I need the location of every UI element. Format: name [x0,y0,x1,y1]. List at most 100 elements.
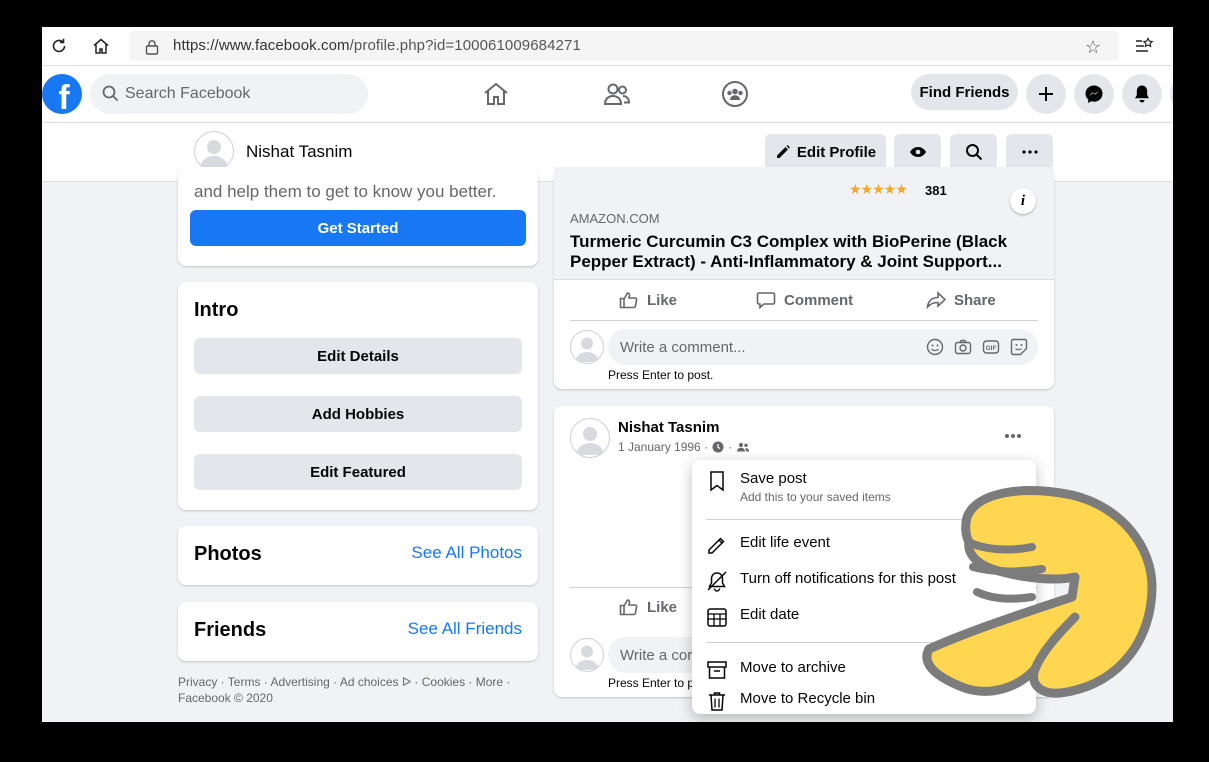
rating-stars: ★★★★★ [849,181,908,197]
account-menu-button[interactable] [1170,74,1173,114]
search-input[interactable]: Search Facebook [90,74,368,114]
comment-placeholder: Write a comment... [620,339,746,356]
bookmark-icon [710,471,724,492]
post-options-icon[interactable] [1004,426,1022,444]
friends-privacy-icon[interactable] [736,442,750,452]
info-icon[interactable]: i [1010,188,1036,214]
like-button[interactable]: Like [619,291,677,309]
post-date[interactable]: 1 January 1996 · [618,440,708,454]
edit-date-label: Edit date [740,606,800,623]
svg-text:GIF: GIF [986,345,997,352]
edit-date-item[interactable]: Edit date [706,606,799,628]
pointing-hand-icon [907,457,1157,707]
archive-box-icon [707,661,727,679]
intro-title: Intro [194,299,239,321]
friends-card: Friends See All Friends [178,602,538,661]
url-text: https://www.facebook.com/profile.php?id=… [173,37,581,54]
link-source: AMAZON.COM [570,211,660,226]
reload-icon[interactable] [47,34,71,58]
add-hobbies-button[interactable]: Add Hobbies [194,396,522,432]
browser-viewport: https://www.facebook.com/profile.php?id=… [42,27,1173,722]
edit-profile-label: Edit Profile [796,143,877,161]
home-icon[interactable] [480,78,512,110]
clock-icon [712,441,724,453]
facebook-logo-icon[interactable]: f [42,74,82,114]
notifications-bell-icon[interactable] [1122,74,1162,114]
move-to-archive-label: Move to archive [740,659,846,676]
edit-details-button[interactable]: Edit Details [194,338,522,374]
post-author-avatar[interactable] [570,418,610,458]
edit-life-event-label: Edit life event [740,534,831,551]
shared-link-post: ★★★★★ 381 i AMAZON.COM Turmeric Curcumin… [554,167,1054,389]
profile-name[interactable]: Nishat Tasnim [246,142,352,162]
search-icon [102,85,119,107]
get-started-button[interactable]: Get Started [190,210,526,246]
more-options-icon[interactable] [1006,134,1053,170]
divider [570,320,1038,321]
pencil-icon [708,537,725,554]
move-to-archive-item[interactable]: Move to archive [706,659,846,681]
press-enter-hint: Press Enter to po [608,676,701,690]
get-started-card: and help them to get to know you better.… [178,167,538,266]
lock-icon [145,39,159,60]
photos-card: Photos See All Photos [178,526,538,585]
edit-life-event-item[interactable]: Edit life event [706,534,830,556]
post-author-name[interactable]: Nishat Tasnim [618,419,719,436]
favorites-list-icon[interactable] [1132,34,1156,58]
like-button[interactable]: Like [619,598,677,616]
link-preview[interactable]: ★★★★★ 381 i AMAZON.COM Turmeric Curcumin… [554,167,1054,280]
comment-input[interactable]: Write a comment... GIF [608,329,1038,365]
bell-off-icon [707,571,727,592]
facebook-top-bar: f Search Facebook Find Friends [42,66,1173,122]
profile-search-icon[interactable] [950,134,997,170]
footer-line-2: Facebook © 2020 [178,691,273,705]
see-all-photos-link[interactable]: See All Photos [411,543,522,563]
save-post-sublabel: Add this to your saved items [740,490,891,504]
trash-icon [709,692,725,711]
sticker-icon[interactable] [1010,338,1028,356]
home-browser-icon[interactable] [89,34,113,58]
footer-line-1[interactable]: Privacy · Terms · Advertising · Ad choic… [178,674,510,690]
groups-icon[interactable] [719,78,751,110]
get-started-text: and help them to get to know you better. [194,182,497,201]
save-post-label: Save post [740,470,807,487]
thumbs-up-icon [619,292,638,309]
comment-button[interactable]: Comment [756,291,853,309]
comment-icon [756,292,776,309]
pencil-icon [776,145,790,158]
gif-icon[interactable]: GIF [982,338,1000,356]
share-button[interactable]: Share [926,291,996,309]
save-post-item[interactable]: Save post Add this to your saved items [706,470,891,504]
create-plus-icon[interactable] [1026,74,1066,114]
link-title: Turmeric Curcumin C3 Complex with BioPer… [570,232,1008,271]
edit-featured-button[interactable]: Edit Featured [194,454,522,490]
share-icon [926,291,946,309]
favorite-star-icon[interactable]: ☆ [1085,37,1101,58]
calendar-icon [707,608,727,627]
edit-profile-button[interactable]: Edit Profile [765,134,886,170]
browser-toolbar: https://www.facebook.com/profile.php?id=… [42,27,1173,66]
photos-title: Photos [194,543,262,565]
avatar[interactable] [194,131,234,171]
search-placeholder: Search Facebook [125,85,251,102]
find-friends-button[interactable]: Find Friends [911,74,1018,110]
move-to-recycle-bin-label: Move to Recycle bin [740,690,876,707]
post-meta: 1 January 1996 · · [618,440,750,454]
comment-placeholder: Write a cor [620,647,693,664]
press-enter-hint: Press Enter to post. [608,368,714,382]
view-as-eye-icon[interactable] [894,134,941,170]
friends-title: Friends [194,619,267,641]
move-to-recycle-bin-item[interactable]: Move to Recycle bin [706,690,875,712]
messenger-icon[interactable] [1074,74,1114,114]
camera-icon[interactable] [954,338,972,356]
commenter-avatar[interactable] [570,638,604,672]
rating-count: 381 [925,183,947,198]
see-all-friends-link[interactable]: See All Friends [408,619,522,639]
address-bar[interactable]: https://www.facebook.com/profile.php?id=… [129,31,1119,61]
footer-links[interactable]: Privacy · Terms · Advertising · Ad choic… [178,674,510,706]
emoji-icon[interactable] [926,338,944,356]
thumbs-up-icon [619,599,638,616]
friends-icon[interactable] [601,78,633,110]
intro-card: Intro Edit Details Add Hobbies Edit Feat… [178,282,538,510]
commenter-avatar[interactable] [570,330,604,364]
